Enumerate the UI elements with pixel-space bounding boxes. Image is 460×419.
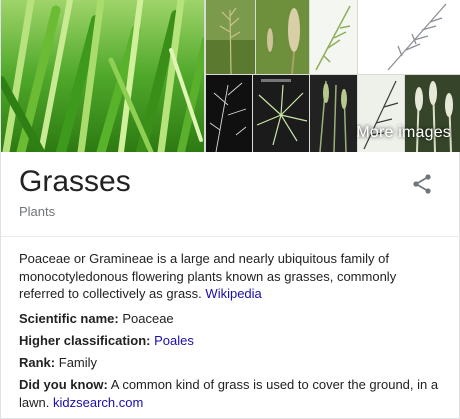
grass-image-5[interactable] (358, 0, 460, 74)
wikipedia-link[interactable]: Wikipedia (205, 286, 261, 301)
grass-image-3[interactable] (256, 0, 309, 74)
fact-label: Scientific name: (19, 311, 119, 326)
fact-did-you-know: Did you know: A common kind of grass is … (19, 376, 449, 411)
grass-image-4[interactable] (310, 0, 357, 74)
fact-label: Did you know: (19, 377, 108, 392)
kidzsearch-link[interactable]: kidzsearch.com (53, 395, 143, 410)
fact-label: Higher classification: (19, 333, 151, 348)
grass-image-2[interactable] (206, 0, 255, 74)
fact-value: Poaceae (122, 311, 174, 326)
fact-value: Family (58, 355, 98, 370)
share-icon[interactable] (410, 172, 434, 196)
knowledge-panel: More images Grasses Plants Poaceae or Gr… (0, 0, 460, 419)
poales-link[interactable]: Poales (154, 333, 194, 348)
grass-image-7[interactable] (253, 75, 309, 152)
description: Poaceae or Gramineae is a large and near… (19, 250, 439, 303)
entity-subtitle: Plants (19, 204, 56, 219)
fact-higher-classification: Higher classification: Poales (19, 332, 449, 350)
grass-image-6[interactable] (206, 75, 252, 152)
main-grass-image[interactable] (1, 0, 204, 152)
fact-scientific-name: Scientific name: Poaceae (19, 310, 449, 328)
fact-label: Rank: (19, 355, 56, 370)
divider (1, 236, 460, 237)
grass-image-8[interactable] (310, 75, 357, 152)
image-gallery[interactable]: More images (1, 0, 460, 152)
entity-title: Grasses (19, 165, 131, 198)
more-images-button[interactable]: More images (356, 124, 451, 142)
fact-rank: Rank: Family (19, 354, 449, 372)
